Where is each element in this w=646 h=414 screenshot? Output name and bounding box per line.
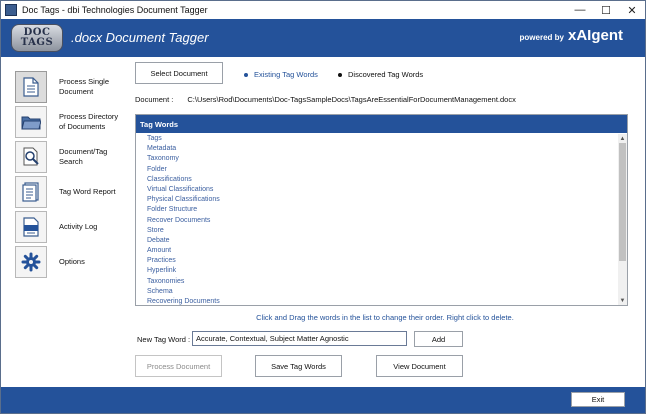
radio-existing-label: Existing Tag Words [254, 70, 318, 79]
radio-existing-tag-words[interactable]: Existing Tag Words [244, 70, 318, 79]
tag-words-list[interactable]: Tag Words Tags Metadata Taxonomy Folder Clas… [135, 114, 628, 306]
maximize-button[interactable]: ☐ [593, 1, 619, 19]
vertical-scrollbar[interactable]: ▲ ▼ [618, 134, 627, 305]
logo-line-2: TAGS [20, 37, 54, 48]
tag-word-item[interactable]: Practices [136, 256, 618, 266]
app-window: Doc Tags - dbi Technologies Document Tag… [0, 0, 646, 414]
window-controls: — ☐ ✕ [567, 1, 645, 19]
sidebar-item-activity-log[interactable]: Activity Log [15, 210, 125, 244]
scroll-up-icon[interactable]: ▲ [618, 134, 627, 143]
magnifier-document-icon [15, 141, 47, 173]
minimize-button[interactable]: — [567, 1, 593, 19]
tag-list-body: Tags Metadata Taxonomy Folder Classification… [136, 134, 618, 305]
list-hint: Click and Drag the words in the list to … [256, 313, 514, 322]
tag-word-item[interactable]: Classifications [136, 175, 618, 185]
document-path-line: Document : C:\Users\Rod\Documents\Doc-Tag… [135, 95, 516, 104]
tag-word-item[interactable]: Folder [136, 165, 618, 175]
sidebar-item-label: Document/Tag Search [59, 147, 108, 166]
powered-by-label: powered by [519, 33, 564, 42]
footer-bar: Exit [1, 387, 645, 413]
radio-discovered-tag-words[interactable]: Discovered Tag Words [338, 70, 423, 79]
tag-word-item[interactable]: Tags [136, 134, 618, 144]
sidebar-item-process-single[interactable]: Process Single Document [15, 70, 125, 104]
app-icon [5, 4, 17, 16]
app-header: DOC TAGS .docx Document Tagger powered b… [1, 19, 645, 57]
scroll-down-icon[interactable]: ▼ [618, 296, 627, 305]
tag-word-item[interactable]: Folder Structure [136, 205, 618, 215]
radio-dot [338, 72, 342, 77]
select-document-button[interactable]: Select Document [135, 62, 223, 84]
tag-word-item[interactable]: Virtual Classifications [136, 185, 618, 195]
tag-word-item[interactable]: Taxonomies [136, 277, 618, 287]
document-icon [15, 71, 47, 103]
list-header: Tag Words [136, 115, 627, 133]
powered-by: powered by xAIgent [520, 27, 623, 44]
tag-word-item[interactable]: Taxonomy [136, 154, 618, 164]
scrollbar-thumb[interactable] [619, 143, 626, 261]
window-title: Doc Tags - dbi Technologies Document Tag… [22, 5, 208, 15]
sidebar-item-options[interactable]: Options [15, 245, 125, 279]
sidebar-item-label: Process Single Document [59, 77, 110, 96]
sidebar-item-label: Tag Word Report [59, 187, 116, 196]
close-button[interactable]: ✕ [619, 1, 645, 19]
sidebar-item-label: Process Directory of Documents [59, 112, 119, 131]
tag-word-item[interactable]: Physical Classifications [136, 195, 618, 205]
radio-discovered-label: Discovered Tag Words [348, 70, 424, 79]
sidebar-item-process-directory[interactable]: Process Directory of Documents [15, 105, 125, 139]
exit-button[interactable]: Exit [571, 392, 625, 407]
sidebar-item-search[interactable]: Document/Tag Search [15, 140, 125, 174]
doc-tags-logo: DOC TAGS [11, 24, 63, 52]
sidebar-item-report[interactable]: Tag Word Report [15, 175, 125, 209]
log-icon [15, 211, 47, 243]
report-icon [15, 176, 47, 208]
brand-name: xAIgent [567, 27, 623, 44]
app-title: .docx Document Tagger [71, 30, 209, 45]
process-document-button[interactable]: Process Document [135, 355, 222, 377]
title-bar: Doc Tags - dbi Technologies Document Tag… [1, 1, 645, 19]
sidebar-item-label: Activity Log [59, 222, 98, 231]
tag-word-item[interactable]: Debate [136, 236, 618, 246]
document-label: Document : [135, 95, 174, 104]
tag-word-item[interactable]: Amount [136, 246, 618, 256]
radio-selected-dot [244, 72, 248, 77]
document-path: C:\Users\Rod\Documents\Doc-TagsSampleDoc… [187, 95, 516, 104]
add-button[interactable]: Add [414, 331, 463, 347]
tag-word-item[interactable]: Recover Documents [136, 216, 618, 226]
tag-word-item[interactable]: Recovering Documents [136, 297, 618, 305]
tag-word-item[interactable]: Schema [136, 287, 618, 297]
tag-word-item[interactable]: Store [136, 226, 618, 236]
sidebar-item-label: Options [59, 257, 85, 266]
folder-icon [15, 106, 47, 138]
new-tag-input[interactable] [192, 331, 407, 346]
gear-icon [15, 246, 47, 278]
new-tag-label: New Tag Word : [137, 335, 191, 344]
sidebar: Process Single Document Process Director… [1, 57, 125, 387]
tag-word-item[interactable]: Hyperlink [136, 266, 618, 276]
tag-word-item[interactable]: Metadata [136, 144, 618, 154]
save-tag-words-button[interactable]: Save Tag Words [255, 355, 342, 377]
view-document-button[interactable]: View Document [376, 355, 463, 377]
